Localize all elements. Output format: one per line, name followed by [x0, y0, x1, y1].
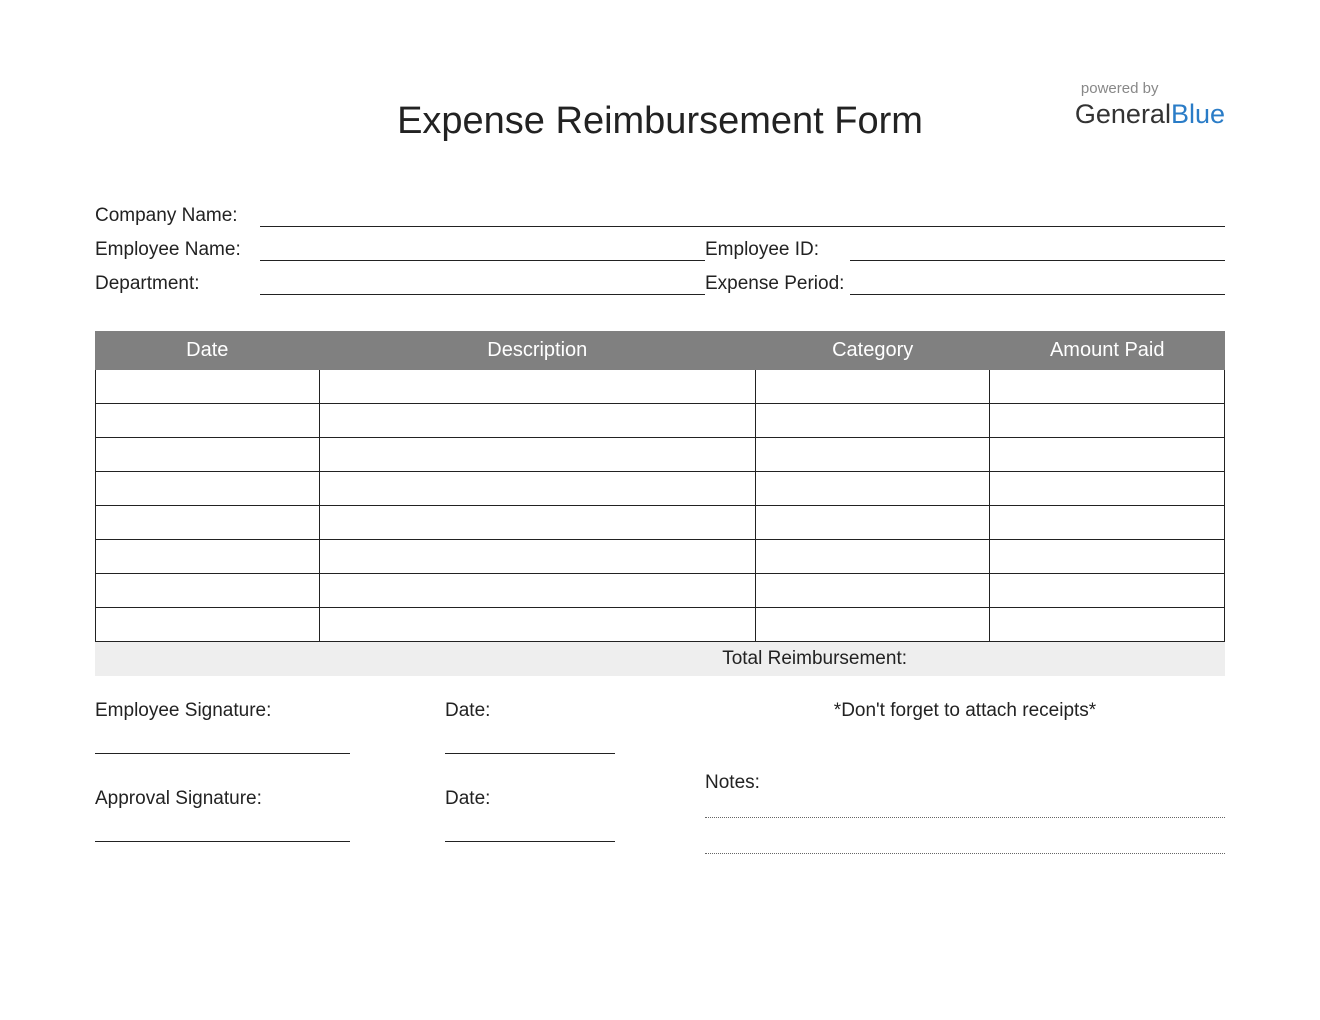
cell-cat[interactable] — [755, 370, 990, 404]
cell-cat[interactable] — [755, 540, 990, 574]
cell-desc[interactable] — [319, 404, 755, 438]
total-row: Total Reimbursement: — [95, 642, 1225, 676]
cell-cat[interactable] — [755, 506, 990, 540]
employee-id-label: Employee ID: — [705, 239, 850, 261]
cell-desc[interactable] — [319, 370, 755, 404]
cell-date[interactable] — [96, 370, 320, 404]
employee-sig-date-label: Date: — [445, 700, 635, 722]
expense-period-label: Expense Period: — [705, 273, 850, 295]
header: Expense Reimbursement Form powered by Ge… — [95, 100, 1225, 143]
cell-desc[interactable] — [319, 506, 755, 540]
company-name-row: Company Name: — [95, 203, 1225, 227]
notes-section: *Don't forget to attach receipts* Notes: — [705, 700, 1225, 888]
cell-cat[interactable] — [755, 438, 990, 472]
approval-signature-line[interactable] — [95, 840, 350, 842]
cell-desc[interactable] — [319, 540, 755, 574]
cell-desc[interactable] — [319, 438, 755, 472]
company-name-label: Company Name: — [95, 205, 260, 227]
cell-cat[interactable] — [755, 404, 990, 438]
page-title: Expense Reimbursement Form — [95, 100, 1225, 143]
cell-amt[interactable] — [990, 574, 1225, 608]
cell-cat[interactable] — [755, 472, 990, 506]
table-row — [96, 404, 1225, 438]
cell-amt[interactable] — [990, 540, 1225, 574]
employee-sig-date-line[interactable] — [445, 752, 615, 754]
reminder-text: *Don't forget to attach receipts* — [705, 700, 1225, 722]
header-amount: Amount Paid — [990, 332, 1225, 370]
table-row — [96, 506, 1225, 540]
cell-amt[interactable] — [990, 438, 1225, 472]
cell-cat[interactable] — [755, 574, 990, 608]
notes-line-1[interactable] — [705, 816, 1225, 818]
employee-signature-line[interactable] — [95, 752, 350, 754]
cell-date[interactable] — [96, 540, 320, 574]
cell-desc[interactable] — [319, 574, 755, 608]
cell-date[interactable] — [96, 472, 320, 506]
cell-cat[interactable] — [755, 608, 990, 642]
footer: Employee Signature: Date: Approval Signa… — [95, 700, 1225, 888]
table-header-row: Date Description Category Amount Paid — [96, 332, 1225, 370]
header-date: Date — [96, 332, 320, 370]
total-label: Total Reimbursement: — [95, 648, 915, 670]
table-row — [96, 608, 1225, 642]
expense-period-field[interactable] — [850, 271, 1225, 295]
header-description: Description — [319, 332, 755, 370]
employee-id-field[interactable] — [850, 237, 1225, 261]
cell-date[interactable] — [96, 506, 320, 540]
department-field[interactable] — [260, 271, 705, 295]
brand-name: GeneralBlue — [1075, 99, 1225, 130]
header-category: Category — [755, 332, 990, 370]
cell-amt[interactable] — [990, 608, 1225, 642]
employee-signature-label: Employee Signature: — [95, 700, 445, 722]
info-block: Company Name: Employee Name: Employee ID… — [95, 203, 1225, 295]
cell-desc[interactable] — [319, 608, 755, 642]
table-row — [96, 540, 1225, 574]
notes-line-2[interactable] — [705, 852, 1225, 854]
cell-date[interactable] — [96, 608, 320, 642]
table-row — [96, 472, 1225, 506]
department-row: Department: Expense Period: — [95, 271, 1225, 295]
brand-part1: General — [1075, 99, 1171, 129]
table-row — [96, 370, 1225, 404]
cell-amt[interactable] — [990, 506, 1225, 540]
cell-date[interactable] — [96, 404, 320, 438]
cell-amt[interactable] — [990, 404, 1225, 438]
department-label: Department: — [95, 273, 260, 295]
company-name-field[interactable] — [260, 203, 1225, 227]
employee-name-label: Employee Name: — [95, 239, 260, 261]
powered-by-text: powered by — [1075, 80, 1225, 97]
signature-section: Employee Signature: Date: Approval Signa… — [95, 700, 705, 888]
logo: powered by GeneralBlue — [1075, 80, 1225, 130]
table-row — [96, 438, 1225, 472]
cell-desc[interactable] — [319, 472, 755, 506]
cell-amt[interactable] — [990, 370, 1225, 404]
approval-sig-date-line[interactable] — [445, 840, 615, 842]
cell-date[interactable] — [96, 438, 320, 472]
approval-sig-date-label: Date: — [445, 788, 635, 810]
employee-name-field[interactable] — [260, 237, 705, 261]
cell-date[interactable] — [96, 574, 320, 608]
employee-row: Employee Name: Employee ID: — [95, 237, 1225, 261]
expense-table: Date Description Category Amount Paid — [95, 331, 1225, 642]
cell-amt[interactable] — [990, 472, 1225, 506]
brand-part2: Blue — [1171, 99, 1225, 129]
table-row — [96, 574, 1225, 608]
approval-signature-label: Approval Signature: — [95, 788, 445, 810]
notes-label: Notes: — [705, 772, 1225, 794]
